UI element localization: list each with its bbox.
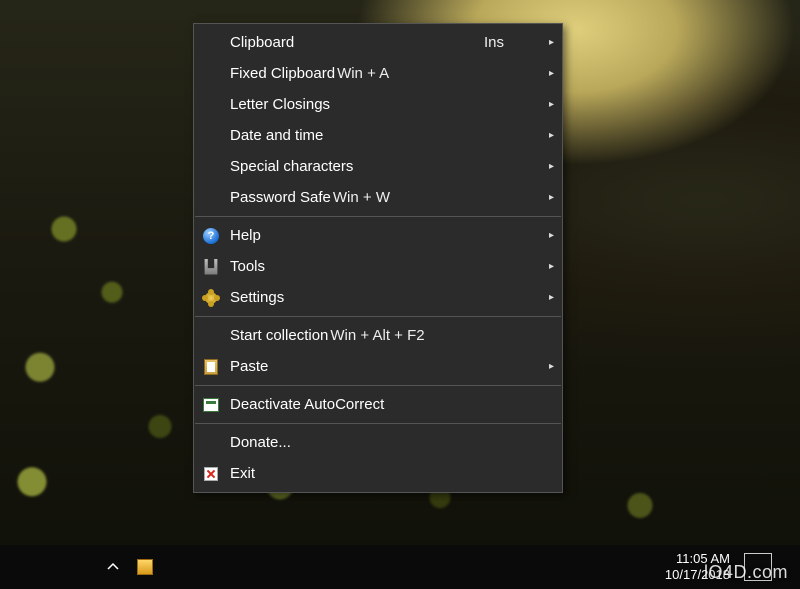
menu-separator bbox=[195, 216, 561, 217]
blank-icon bbox=[200, 187, 222, 209]
menu-item-start-collection[interactable]: Start collection Win + Alt + F2 bbox=[194, 320, 562, 351]
taskbar-date: 10/17/2018 bbox=[665, 567, 730, 583]
menu-shortcut: Win + W bbox=[333, 189, 390, 206]
tray-app-icon[interactable] bbox=[136, 558, 154, 576]
menu-label: Letter Closings bbox=[230, 96, 330, 113]
menu-label: Paste bbox=[230, 358, 268, 375]
submenu-arrow-icon: ▸ bbox=[542, 361, 554, 372]
menu-item-help[interactable]: ? Help ▸ bbox=[194, 220, 562, 251]
menu-item-tools[interactable]: Tools ▸ bbox=[194, 251, 562, 282]
settings-gears-icon bbox=[200, 287, 222, 309]
menu-item-settings[interactable]: Settings ▸ bbox=[194, 282, 562, 313]
menu-label: Clipboard bbox=[230, 34, 294, 51]
menu-label: Donate... bbox=[230, 434, 291, 451]
tray-overflow-chevron-icon[interactable] bbox=[100, 554, 126, 580]
submenu-arrow-icon: ▸ bbox=[542, 37, 554, 48]
blank-icon bbox=[200, 63, 222, 85]
menu-shortcut: Win + Alt + F2 bbox=[330, 327, 424, 344]
menu-label: Special characters bbox=[230, 158, 353, 175]
menu-label: Password Safe bbox=[230, 189, 331, 206]
menu-separator bbox=[195, 385, 561, 386]
menu-shortcut: Ins bbox=[484, 34, 504, 51]
paste-icon bbox=[200, 356, 222, 378]
menu-item-donate[interactable]: Donate... bbox=[194, 427, 562, 458]
blank-icon bbox=[200, 325, 222, 347]
menu-label: Deactivate AutoCorrect bbox=[230, 396, 384, 413]
menu-label: Tools bbox=[230, 258, 265, 275]
menu-item-clipboard[interactable]: Clipboard Ins ▸ bbox=[194, 27, 562, 58]
help-icon: ? bbox=[200, 225, 222, 247]
submenu-arrow-icon: ▸ bbox=[542, 230, 554, 241]
taskbar-clock[interactable]: 11:05 AM 10/17/2018 bbox=[665, 551, 730, 584]
menu-separator bbox=[195, 316, 561, 317]
menu-item-special-characters[interactable]: Special characters ▸ bbox=[194, 151, 562, 182]
submenu-arrow-icon: ▸ bbox=[542, 130, 554, 141]
menu-item-password-safe[interactable]: Password Safe Win + W ▸ bbox=[194, 182, 562, 213]
menu-label: Date and time bbox=[230, 127, 323, 144]
menu-shortcut: Win + A bbox=[337, 65, 389, 82]
menu-item-paste[interactable]: Paste ▸ bbox=[194, 351, 562, 382]
taskbar-time: 11:05 AM bbox=[665, 551, 730, 567]
submenu-arrow-icon: ▸ bbox=[542, 68, 554, 79]
submenu-arrow-icon: ▸ bbox=[542, 161, 554, 172]
submenu-arrow-icon: ▸ bbox=[542, 99, 554, 110]
menu-label: Exit bbox=[230, 465, 255, 482]
menu-item-fixed-clipboard[interactable]: Fixed Clipboard Win + A ▸ bbox=[194, 58, 562, 89]
menu-label: Help bbox=[230, 227, 261, 244]
menu-separator bbox=[195, 423, 561, 424]
submenu-arrow-icon: ▸ bbox=[542, 292, 554, 303]
menu-label: Start collection bbox=[230, 327, 328, 344]
menu-label: Fixed Clipboard bbox=[230, 65, 335, 82]
blank-icon bbox=[200, 156, 222, 178]
submenu-arrow-icon: ▸ bbox=[542, 192, 554, 203]
menu-item-deactivate-autocorrect[interactable]: Deactivate AutoCorrect bbox=[194, 389, 562, 420]
deactivate-icon bbox=[200, 394, 222, 416]
tray-context-menu: Clipboard Ins ▸ Fixed Clipboard Win + A … bbox=[193, 23, 563, 493]
menu-label: Settings bbox=[230, 289, 284, 306]
windows-taskbar: 11:05 AM 10/17/2018 bbox=[0, 545, 800, 589]
blank-icon bbox=[200, 125, 222, 147]
tray-icons bbox=[136, 558, 154, 576]
menu-item-letter-closings[interactable]: Letter Closings ▸ bbox=[194, 89, 562, 120]
blank-icon bbox=[200, 432, 222, 454]
submenu-arrow-icon: ▸ bbox=[542, 261, 554, 272]
blank-icon bbox=[200, 94, 222, 116]
menu-item-date-time[interactable]: Date and time ▸ bbox=[194, 120, 562, 151]
blank-icon bbox=[200, 32, 222, 54]
exit-x-icon bbox=[200, 463, 222, 485]
action-center-icon[interactable] bbox=[744, 553, 772, 581]
tools-icon bbox=[200, 256, 222, 278]
menu-item-exit[interactable]: Exit bbox=[194, 458, 562, 489]
